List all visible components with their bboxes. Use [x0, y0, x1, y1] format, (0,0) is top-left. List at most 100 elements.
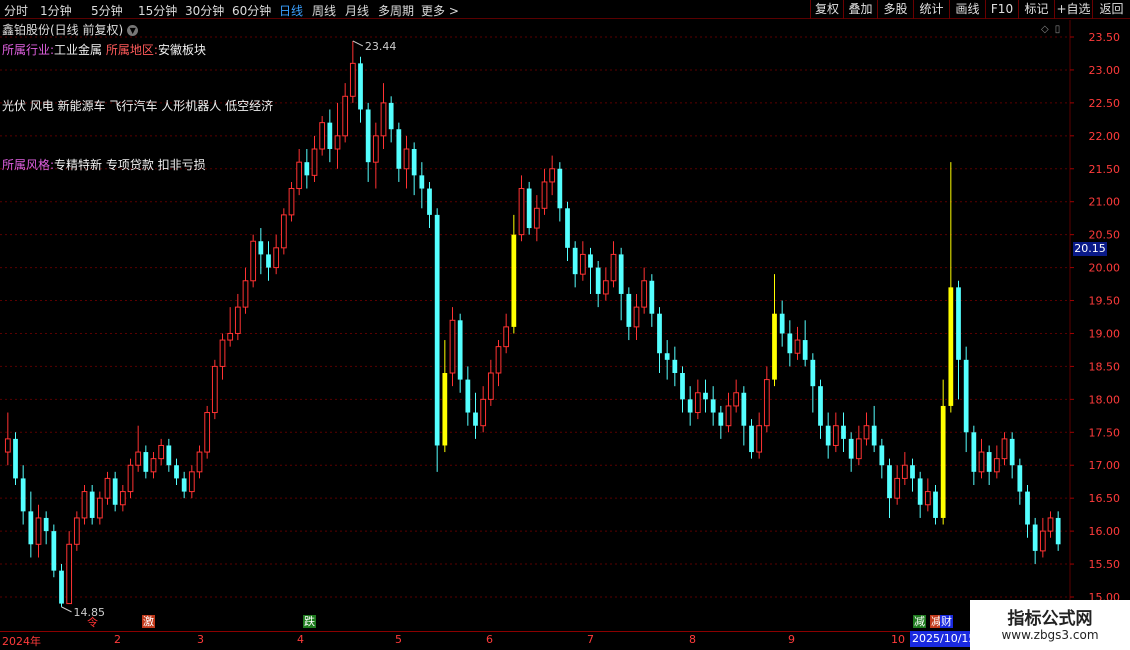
candle-body-up[interactable]	[119, 491, 126, 506]
candle-body-up[interactable]	[96, 497, 103, 519]
candle-body-down[interactable]	[841, 425, 846, 439]
candle-body-up[interactable]	[480, 398, 487, 427]
candle-body-up[interactable]	[349, 62, 356, 97]
candle-body-down[interactable]	[802, 340, 808, 360]
candle-body-down[interactable]	[266, 254, 271, 268]
candle-body-down[interactable]	[588, 254, 593, 268]
candle-body-down[interactable]	[956, 287, 961, 360]
candle-body-up[interactable]	[518, 188, 525, 236]
candle-body-up[interactable]	[127, 464, 134, 493]
candle-body-down[interactable]	[434, 214, 440, 446]
candle-body-down[interactable]	[1009, 438, 1015, 466]
candle-body-down[interactable]	[718, 412, 724, 426]
candle-body-down[interactable]	[473, 412, 478, 426]
candle-body-up[interactable]	[296, 161, 303, 190]
candle-body-up[interactable]	[196, 451, 203, 473]
candle-body-down[interactable]	[465, 379, 471, 413]
candle-body-up[interactable]	[533, 207, 540, 229]
period-tab-intraday[interactable]: 分时	[4, 2, 28, 19]
candle-body-down[interactable]	[657, 313, 662, 354]
period-tab-60min[interactable]: 60分钟	[232, 2, 271, 19]
candle-body-up[interactable]	[219, 339, 226, 367]
candle-body-up[interactable]	[288, 188, 295, 216]
candle-body-up[interactable]	[579, 253, 586, 275]
period-tab-1min[interactable]: 1分钟	[40, 2, 72, 19]
candle-body-up[interactable]	[993, 458, 1000, 473]
candle-body-down[interactable]	[787, 333, 793, 354]
candle-body-down[interactable]	[1055, 517, 1061, 545]
candle-body-up[interactable]	[311, 148, 318, 176]
chevron-down-icon[interactable]: ▼	[127, 25, 139, 36]
candle-body-up[interactable]	[1047, 517, 1054, 532]
marker-jian-1[interactable]: 减	[913, 615, 926, 628]
candle-body-up[interactable]	[104, 477, 111, 499]
candle-body-up[interactable]	[495, 346, 502, 374]
candle-body-down[interactable]	[526, 188, 532, 229]
candle-body-down[interactable]	[664, 353, 670, 360]
back-button[interactable]: 返回	[1092, 0, 1130, 19]
period-tab-5min[interactable]: 5分钟	[91, 2, 123, 19]
candle-body-down[interactable]	[427, 188, 432, 215]
candle-body-up[interactable]	[35, 517, 42, 545]
candle-body-up[interactable]	[273, 247, 280, 269]
marker-cai[interactable]: 财	[940, 615, 953, 628]
candle-body-down[interactable]	[327, 122, 333, 149]
candle-body-up[interactable]	[503, 326, 510, 348]
candle-body-up[interactable]	[1039, 530, 1046, 552]
candle-body-down[interactable]	[825, 425, 831, 446]
candle-body-up[interactable]	[901, 464, 908, 479]
candle-body-down[interactable]	[396, 129, 402, 169]
candle-body-down[interactable]	[672, 359, 678, 373]
candle-body-up[interactable]	[756, 425, 763, 453]
candle-body-down[interactable]	[28, 511, 34, 545]
candle-body-down[interactable]	[365, 109, 371, 163]
candle-body-up[interactable]	[641, 280, 648, 308]
candle-body-down[interactable]	[986, 452, 992, 472]
candle-body-up[interactable]	[610, 253, 617, 282]
candle-body-down[interactable]	[20, 478, 26, 512]
candle-body-down[interactable]	[741, 392, 747, 426]
candle-body-up[interactable]	[4, 438, 11, 453]
marker-ji[interactable]: 激	[142, 615, 155, 628]
candle-body-down[interactable]	[818, 386, 823, 426]
multi-stock-button[interactable]: 多股	[877, 0, 913, 19]
candle-body-down[interactable]	[388, 102, 394, 130]
candle-body-down[interactable]	[971, 432, 977, 472]
candle-body-up[interactable]	[280, 214, 287, 249]
candle-body-up[interactable]	[135, 451, 142, 466]
candle-body-up[interactable]	[319, 122, 326, 150]
candle-body-down[interactable]	[358, 63, 363, 110]
candle-body-up[interactable]	[772, 313, 777, 380]
candle-body-down[interactable]	[887, 465, 892, 499]
candle-body-down[interactable]	[749, 425, 754, 453]
restore-rights-button[interactable]: 复权	[810, 0, 843, 19]
candle-body-up[interactable]	[948, 287, 954, 406]
period-tab-weekly[interactable]: 周线	[312, 2, 336, 19]
candle-body-down[interactable]	[779, 313, 785, 334]
candle-body-down[interactable]	[680, 373, 685, 400]
candle-body-down[interactable]	[1025, 491, 1030, 525]
candle-body-down[interactable]	[557, 168, 563, 209]
region-value[interactable]: 安徽板块	[158, 43, 206, 57]
candle-body-down[interactable]	[1017, 465, 1023, 492]
candle-body-down[interactable]	[703, 392, 708, 400]
candle-body-up[interactable]	[794, 339, 801, 354]
candle-body-down[interactable]	[649, 280, 655, 314]
candle-body-down[interactable]	[565, 208, 570, 248]
candle-body-down[interactable]	[963, 359, 969, 433]
candle-body-down[interactable]	[258, 241, 264, 255]
candle-body-up[interactable]	[442, 373, 448, 446]
candle-body-down[interactable]	[143, 452, 149, 472]
mark-button[interactable]: 标记	[1018, 0, 1054, 19]
period-tab-more[interactable]: 更多 >	[421, 2, 459, 19]
candle-body-up[interactable]	[694, 392, 701, 414]
candle-body-up[interactable]	[733, 392, 740, 407]
marker-die[interactable]: 跌	[303, 615, 316, 628]
candle-body-up[interactable]	[81, 491, 88, 519]
candle-body-up[interactable]	[242, 280, 249, 308]
candle-body-up[interactable]	[1001, 438, 1008, 460]
candle-body-up[interactable]	[541, 181, 548, 209]
period-tab-30min[interactable]: 30分钟	[185, 2, 224, 19]
candle-body-down[interactable]	[572, 247, 578, 275]
draw-line-button[interactable]: 画线	[949, 0, 985, 19]
